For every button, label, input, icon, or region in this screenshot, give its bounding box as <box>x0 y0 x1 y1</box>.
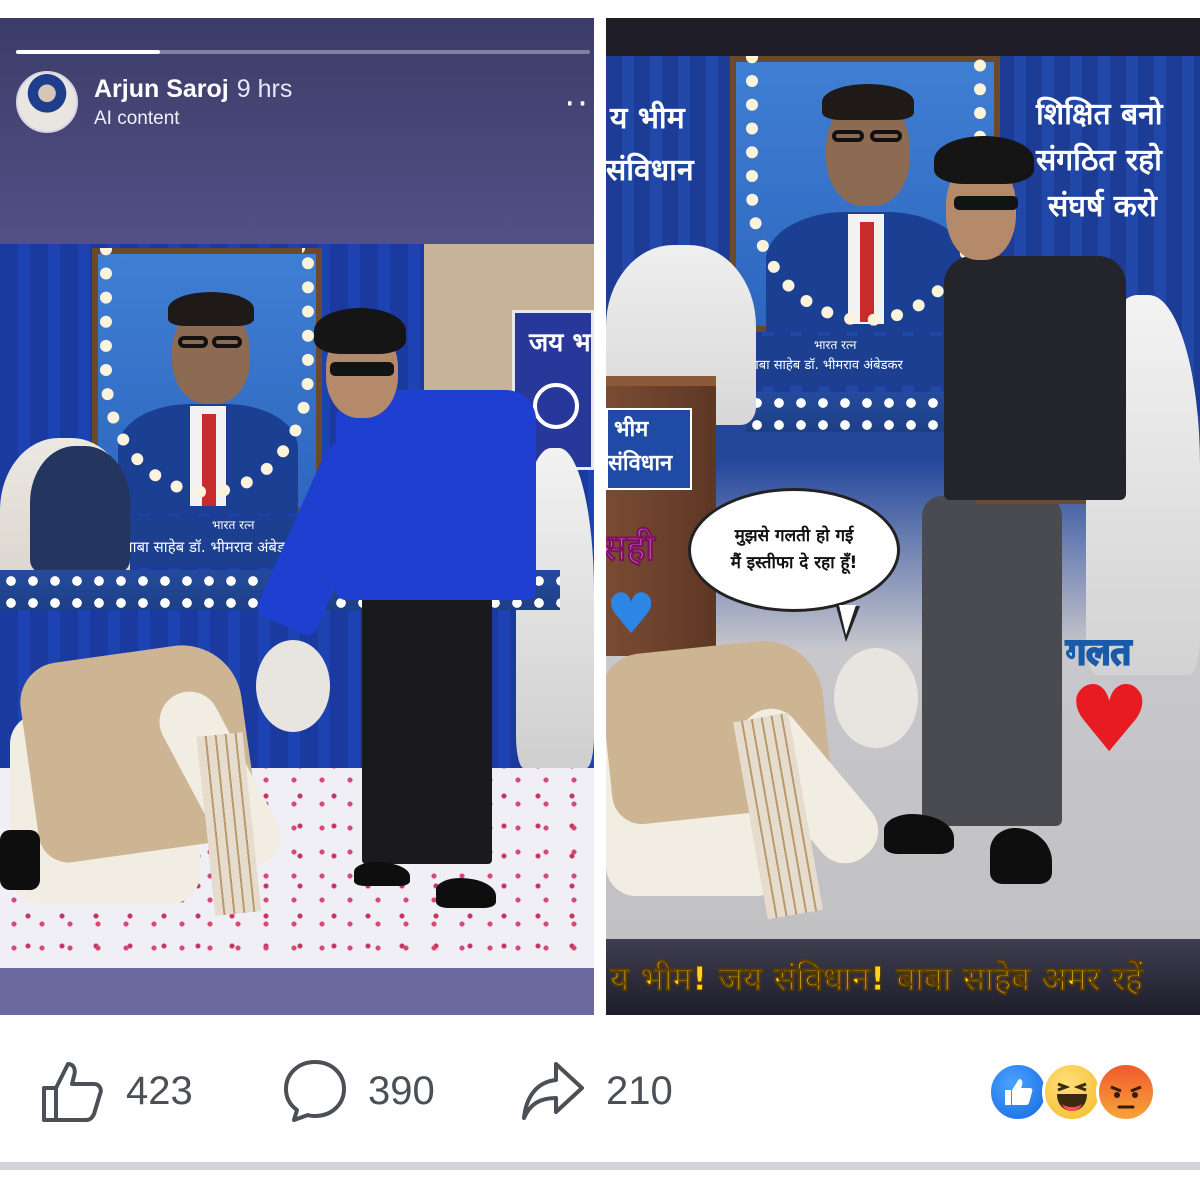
author-name[interactable]: Arjun Saroj <box>94 75 229 104</box>
caption-bar: य भीम! जय संविधान! बाबा साहेब अमर रहें <box>606 939 1200 1015</box>
standing-man-pants <box>362 564 492 864</box>
flower-garland <box>100 248 314 498</box>
banner-right-line2: संगठित रहो <box>1036 143 1162 178</box>
speech-line2: मैं इस्तीफा दे रहा हूँ! <box>730 553 858 573</box>
story-progress-bar <box>16 50 590 54</box>
speech-bubble: मुझसे गलती हो गई मैं इस्तीफा दे रहा हूँ! <box>688 488 900 612</box>
red-heart-icon: ♥ <box>1068 666 1151 773</box>
bottom-divider <box>0 1162 1200 1170</box>
post-screenshot: Arjun Saroj 9 hrs AI content ·· जय भ भार… <box>0 0 1200 1180</box>
standing-man-pants-right <box>922 496 1062 826</box>
image-panel-right[interactable]: य भीम संविधान शिक्षित बनो संगठित रहो संघ… <box>606 18 1200 1015</box>
thumbs-up-icon <box>42 1062 103 1122</box>
standing-man-hair-right <box>934 136 1034 184</box>
post-timestamp: 9 hrs <box>236 74 293 103</box>
avatar[interactable] <box>16 71 78 133</box>
kneeling-man-head <box>256 640 330 732</box>
share-button[interactable]: 210 <box>520 1058 673 1124</box>
comment-bubble-icon <box>284 1060 346 1122</box>
banner-left-line1: य भीम <box>610 101 685 136</box>
action-bar: 423 390 210 <box>0 1040 1200 1150</box>
ashoka-chakra-icon <box>533 383 579 429</box>
story-panel-left[interactable]: Arjun Saroj 9 hrs AI content ·· जय भ भार… <box>0 18 594 1015</box>
portrait-caption-line1: भारत रत्न <box>212 518 255 532</box>
kneeling-man-head-right <box>834 648 918 748</box>
sunglasses-right <box>954 196 1018 210</box>
kneeling-man-shoe <box>0 830 40 890</box>
banner-left-line2: संविधान <box>606 153 694 188</box>
sunglasses <box>330 362 394 376</box>
reactions-summary[interactable] <box>988 1062 1158 1122</box>
comment-count: 390 <box>368 1068 435 1113</box>
podium-sign-line1: भीम <box>614 417 649 442</box>
portrait-caption-right-line2: बाबा साहेब डॉ. भीमराव अंबेडकर <box>748 358 903 373</box>
like-reaction-icon <box>988 1062 1048 1122</box>
haha-reaction-icon <box>1042 1062 1102 1122</box>
portrait-caption-line2: बाबा साहेब डॉ. भीमराव अंबेडकर <box>124 538 303 556</box>
like-button[interactable]: 423 <box>40 1058 193 1124</box>
author-header[interactable]: Arjun Saroj 9 hrs AI content <box>16 70 292 134</box>
portrait-caption-plate-right: भारत रत्न बाबा साहेब डॉ. भीमराव अंबेडकर <box>744 336 944 386</box>
angry-reaction-icon <box>1096 1062 1156 1122</box>
more-dots-icon[interactable]: ·· <box>564 87 590 121</box>
right-man-shoe-2 <box>990 828 1052 884</box>
story-progress-fill <box>16 50 160 54</box>
podium-sign-line2: संविधान <box>608 451 673 476</box>
speech-line1: मुझसे गलती हो गई <box>734 525 854 546</box>
ai-content-label: AI content <box>94 107 180 129</box>
share-arrow-icon <box>522 1062 584 1120</box>
crowd-man-suit <box>30 446 130 572</box>
right-post-image: य भीम संविधान शिक्षित बनो संगठित रहो संघ… <box>606 56 1200 1015</box>
share-count: 210 <box>606 1068 673 1113</box>
comment-button[interactable]: 390 <box>282 1058 435 1124</box>
speech-bubble-tail-fill <box>839 605 856 635</box>
like-count: 423 <box>126 1068 193 1113</box>
portrait-caption-right-line1: भारत रत्न <box>814 338 857 352</box>
banner-right-line3: संघर्ष करो <box>1048 189 1157 224</box>
flower-row-right <box>746 392 946 432</box>
side-banner-text: जय भ <box>529 328 591 358</box>
banner-right-line1: शिक्षित बनो <box>1036 97 1163 132</box>
podium-sign: भीम संविधान <box>606 408 692 490</box>
standing-man-hair <box>314 308 406 354</box>
left-post-image: जय भ भारत रत्न बाबा साहेब डॉ. भीमराव अंब… <box>0 244 594 968</box>
panel-divider <box>594 18 606 1015</box>
image-caption: य भीम! जय संविधान! बाबा साहेब अमर रहें <box>610 958 1144 998</box>
standing-man-shirt-right <box>944 256 1126 500</box>
blue-heart-icon: ♥ <box>606 582 657 647</box>
label-sahi: सही <box>606 528 655 570</box>
